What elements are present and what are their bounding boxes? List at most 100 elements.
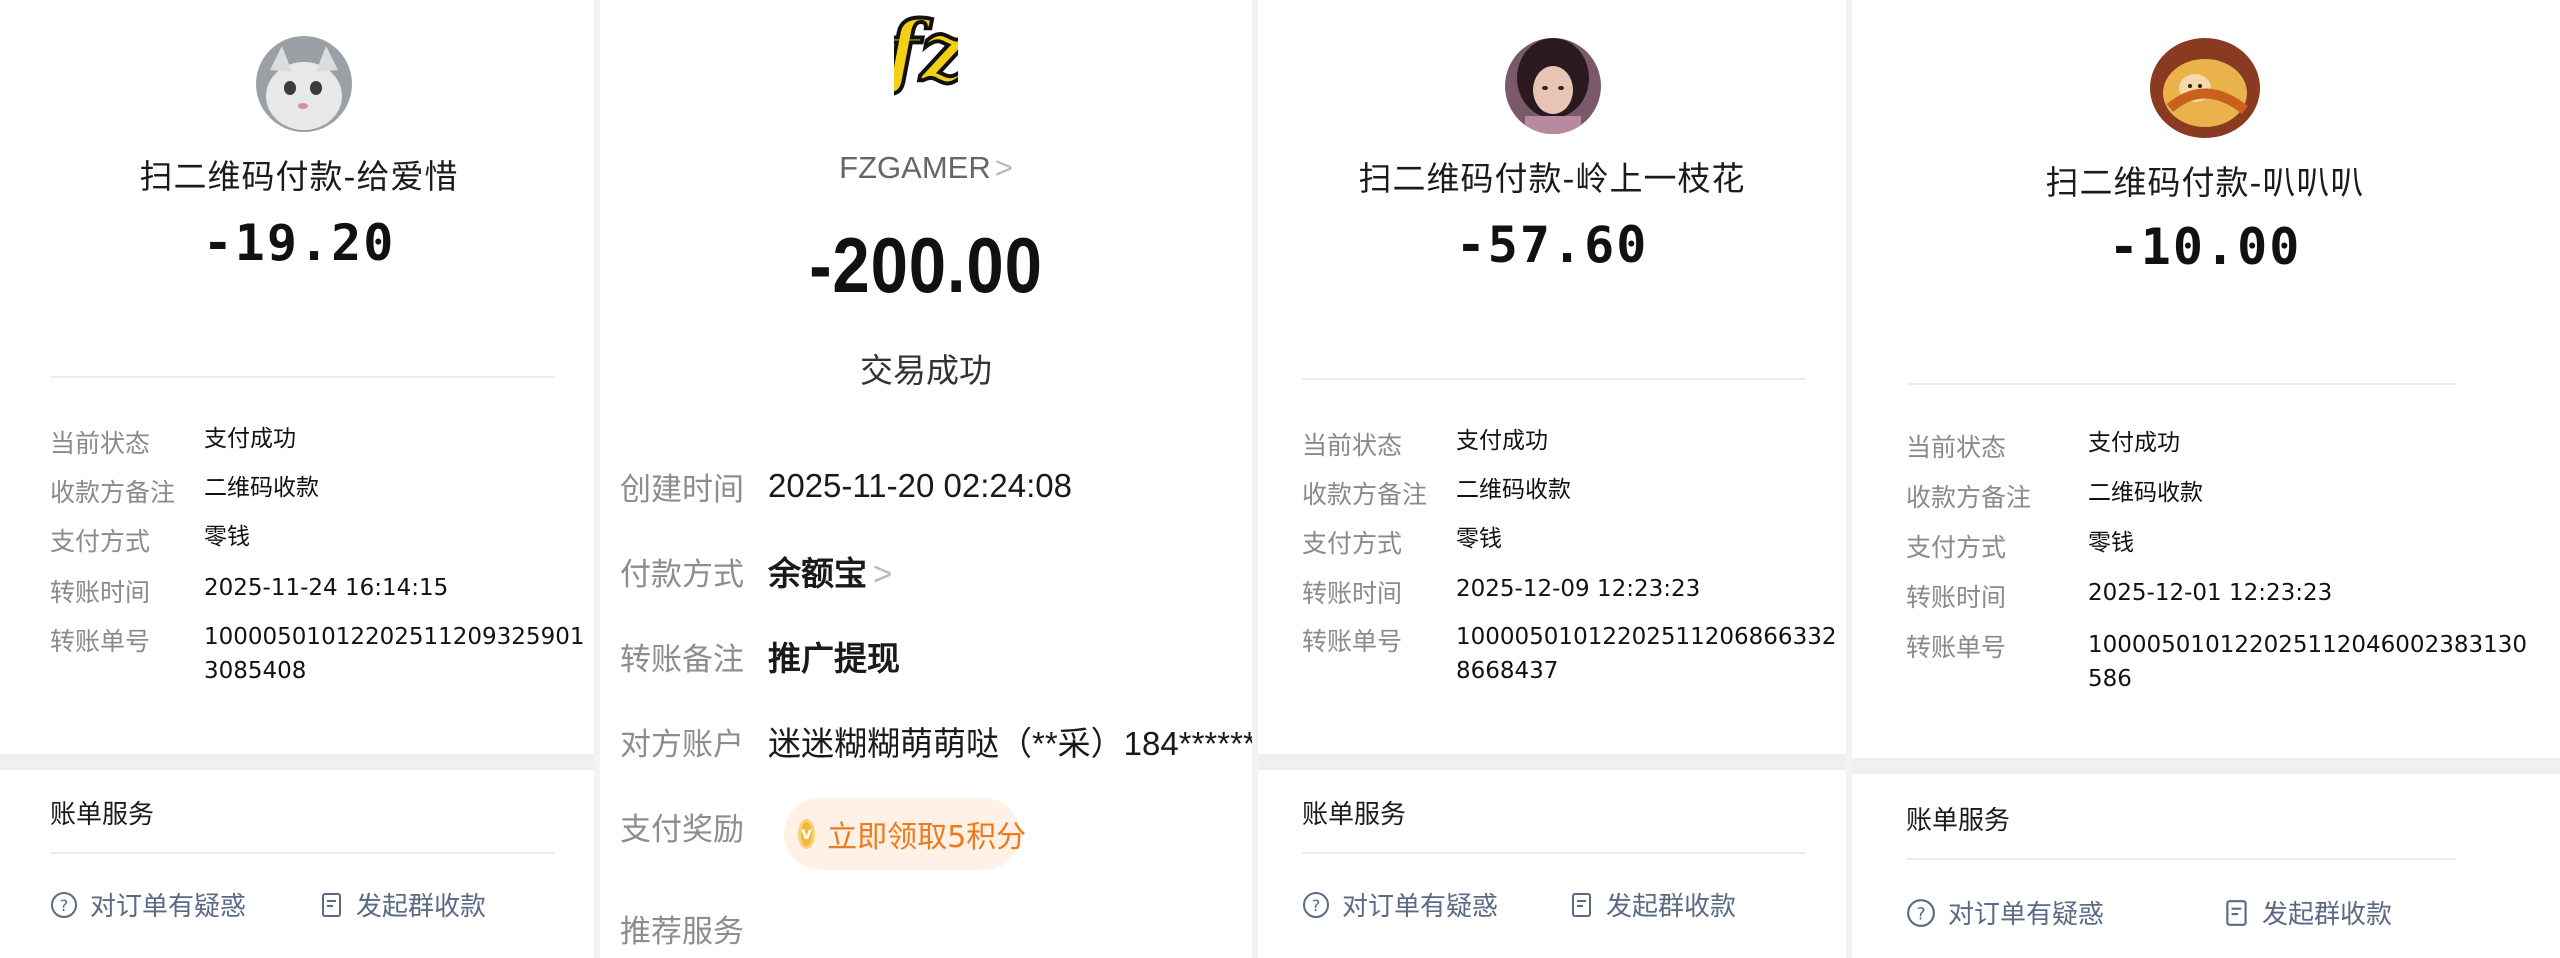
panel-separator bbox=[1252, 0, 1258, 958]
divider bbox=[1906, 858, 2456, 860]
cat-avatar-icon bbox=[256, 36, 352, 132]
detail-row-pay-method: 支付方式 零钱 bbox=[50, 522, 250, 558]
document-icon bbox=[2226, 899, 2247, 926]
row-label: 支付方式 bbox=[50, 527, 151, 556]
cartoon-avatar-icon bbox=[2150, 38, 2260, 138]
detail-row-payee-note: 收款方备注 二维码收款 bbox=[1302, 475, 1571, 511]
detail-row-status: 当前状态 支付成功 bbox=[50, 424, 296, 460]
payee-avatar[interactable] bbox=[2150, 38, 2260, 138]
divider bbox=[50, 852, 555, 854]
row-label: 转账时间 bbox=[1302, 579, 1403, 608]
panel-separator bbox=[594, 0, 600, 958]
row-label: 转账备注 bbox=[620, 641, 744, 678]
row-value: 二维码收款 bbox=[204, 475, 319, 501]
row-label: 转账单号 bbox=[1302, 627, 1403, 656]
group-collect-link[interactable]: 发起群收款 bbox=[320, 886, 486, 923]
detail-row-transfer-time: 转账时间 2025-11-24 16:14:15 bbox=[50, 573, 448, 609]
payee-avatar[interactable] bbox=[1505, 38, 1601, 134]
girl-avatar-icon bbox=[1505, 38, 1601, 134]
alipay-receipt-panel: fz FZGAMER> -200.00 交易成功 创建时间 2025-11-20… bbox=[598, 0, 1254, 958]
payee-avatar[interactable] bbox=[256, 36, 352, 132]
row-value: 二维码收款 bbox=[1456, 477, 1571, 503]
group-collect-link[interactable]: 发起群收款 bbox=[1570, 886, 1736, 923]
row-value: 2025-12-09 12:23:23 bbox=[1456, 576, 1701, 602]
row-value: 余额宝 > bbox=[768, 555, 893, 592]
detail-row-transfer-time: 转账时间 2025-12-01 12:23:23 bbox=[1906, 578, 2332, 614]
detail-row-transfer-id: 转账单号 100005010122025112093259013085408 bbox=[50, 622, 584, 684]
coin-icon: v bbox=[798, 819, 816, 849]
document-icon bbox=[322, 892, 341, 917]
wechat-receipt-panel-4: 扫二维码付款-叭叭叭 -10.00 当前状态 支付成功 收款方备注 二维码收款 … bbox=[1850, 0, 2560, 958]
row-label: 收款方备注 bbox=[1906, 483, 2032, 512]
svg-text:?: ? bbox=[1312, 896, 1321, 915]
transaction-title: 扫二维码付款-叭叭叭 bbox=[2045, 163, 2365, 202]
detail-row-pay-method: 支付方式 零钱 bbox=[1302, 524, 1502, 560]
row-value: 二维码收款 bbox=[2088, 480, 2203, 506]
row-value: 支付成功 bbox=[1456, 428, 1548, 454]
detail-row-status: 当前状态 支付成功 bbox=[1302, 426, 1548, 462]
row-label: 收款方备注 bbox=[1302, 480, 1428, 509]
detail-row-pay-method[interactable]: 付款方式 余额宝 > bbox=[620, 541, 1244, 601]
panel-separator bbox=[1846, 0, 1852, 958]
bill-services-title: 账单服务 bbox=[50, 800, 155, 830]
row-value: 100005010122025112068663328668437 bbox=[1456, 624, 1837, 684]
row-label: 转账单号 bbox=[1906, 633, 2007, 662]
group-collect-label: 发起群收款 bbox=[356, 892, 487, 922]
detail-row-status: 当前状态 支付成功 bbox=[1906, 428, 2180, 464]
detail-row-transfer-id: 转账单号 100005010122025112068663328668437 bbox=[1302, 622, 1836, 684]
merchant-label: FZGAMER bbox=[839, 150, 991, 185]
transaction-title: 扫二维码付款-给爱惜 bbox=[139, 157, 459, 196]
svg-text:fz: fz bbox=[894, 4, 958, 98]
row-label: 推荐服务 bbox=[620, 913, 744, 950]
detail-row-transfer-time: 转账时间 2025-12-09 12:23:23 bbox=[1302, 574, 1700, 610]
row-label: 当前状态 bbox=[1906, 433, 2007, 462]
row-value: 零钱 bbox=[2088, 530, 2134, 556]
row-value: 2025-11-24 16:14:15 bbox=[204, 575, 449, 601]
row-label: 当前状态 bbox=[50, 429, 151, 458]
transaction-status: 交易成功 bbox=[860, 351, 992, 390]
detail-row-payee-note: 收款方备注 二维码收款 bbox=[1906, 478, 2203, 514]
divider bbox=[1302, 378, 1806, 380]
screenshot-collage: 扫二维码付款-给爱惜 -19.20 当前状态 支付成功 收款方备注 二维码收款 … bbox=[0, 0, 2560, 958]
wechat-receipt-panel-3: 扫二维码付款-岭上一枝花 -57.60 当前状态 支付成功 收款方备注 二维码收… bbox=[1254, 0, 1850, 958]
transaction-amount: -57.60 bbox=[1455, 216, 1649, 274]
divider bbox=[50, 376, 555, 378]
bill-services-title: 账单服务 bbox=[1302, 800, 1407, 830]
order-question-link[interactable]: ? 对订单有疑惑 bbox=[1906, 894, 2104, 931]
row-value: 推广提现 bbox=[768, 640, 900, 677]
fzgamer-logo: fz bbox=[894, 0, 958, 98]
detail-row-recommended: 推荐服务 bbox=[620, 898, 1244, 958]
row-label: 对方账户 bbox=[620, 726, 744, 763]
order-question-link[interactable]: ? 对订单有疑惑 bbox=[50, 886, 246, 923]
transaction-amount: -200.00 bbox=[809, 221, 1043, 309]
question-circle-icon: ? bbox=[1303, 891, 1329, 918]
group-collect-label: 发起群收款 bbox=[2262, 900, 2393, 930]
detail-row-created-time: 创建时间 2025-11-20 02:24:08 bbox=[620, 456, 1244, 516]
question-circle-icon: ? bbox=[51, 891, 77, 918]
order-question-label: 对订单有疑惑 bbox=[90, 892, 247, 922]
row-value: 迷迷糊糊萌萌哒（**采）184******32 bbox=[768, 725, 1254, 762]
order-question-link[interactable]: ? 对订单有疑惑 bbox=[1302, 886, 1498, 923]
divider bbox=[1906, 383, 2456, 385]
merchant-name[interactable]: FZGAMER > bbox=[598, 150, 1254, 186]
row-label: 转账时间 bbox=[50, 578, 151, 607]
claim-points-button[interactable]: v 立即领取5积分 bbox=[784, 798, 1026, 870]
wechat-receipt-panel-1: 扫二维码付款-给爱惜 -19.20 当前状态 支付成功 收款方备注 二维码收款 … bbox=[0, 0, 598, 958]
row-value: 支付成功 bbox=[204, 426, 296, 452]
bill-services-title: 账单服务 bbox=[1906, 806, 2011, 836]
group-collect-label: 发起群收款 bbox=[1606, 892, 1737, 922]
row-value: 2025-11-20 02:24:08 bbox=[768, 467, 1072, 504]
row-value: 100005010122025112093259013085408 bbox=[204, 624, 585, 684]
chevron-right-icon: > bbox=[873, 555, 893, 592]
question-circle-icon: ? bbox=[1907, 898, 1935, 927]
row-value: 2025-12-01 12:23:23 bbox=[2088, 580, 2333, 606]
row-label: 当前状态 bbox=[1302, 431, 1403, 460]
section-gap bbox=[0, 754, 598, 770]
row-value: 100005010122025112046002383130586 bbox=[2088, 632, 2527, 692]
divider bbox=[1302, 852, 1806, 854]
group-collect-link[interactable]: 发起群收款 bbox=[2224, 894, 2392, 931]
detail-row-payee-note: 收款方备注 二维码收款 bbox=[50, 473, 319, 509]
detail-row-transfer-note: 转账备注 推广提现 bbox=[620, 626, 1244, 686]
svg-text:?: ? bbox=[60, 896, 69, 915]
row-label: 支付方式 bbox=[1302, 529, 1403, 558]
